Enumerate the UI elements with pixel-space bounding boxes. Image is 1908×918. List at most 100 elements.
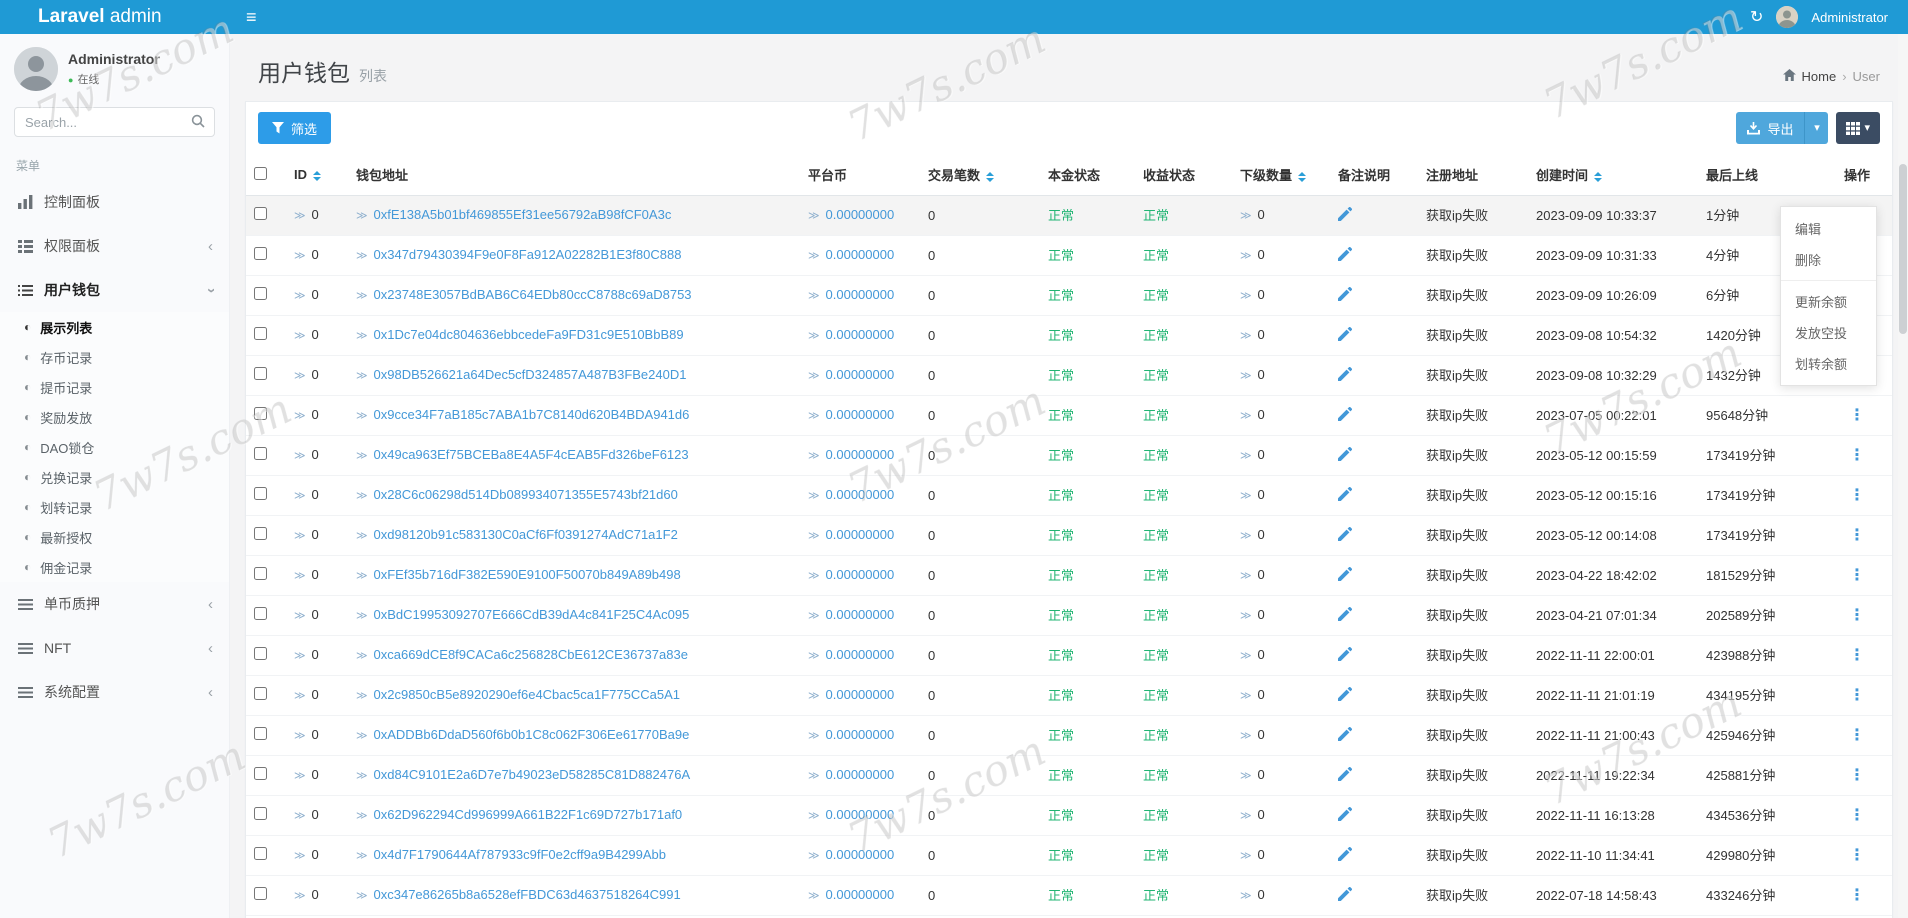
expand-icon[interactable]: ≫ [808, 250, 820, 262]
wallet-address-link[interactable]: 0x62D962294Cd996999A661B22F1c69D727b171a… [374, 807, 683, 822]
wallet-address-link[interactable]: 0x347d79430394F9e0F8Fa912A02282B1E3f80C8… [374, 247, 682, 262]
row-checkbox[interactable] [254, 447, 267, 460]
wallet-address-link[interactable]: 0x23748E3057BdBAB6C64EDb80ccC8788c69aD87… [374, 287, 692, 302]
expand-icon[interactable]: ≫ [808, 370, 820, 382]
wallet-address-link[interactable]: 0xc347e86265b8a6528efFBDC63d4637518264C9… [374, 887, 681, 902]
expand-icon[interactable]: ≫ [1240, 770, 1252, 782]
expand-icon[interactable]: ≫ [356, 730, 368, 742]
expand-icon[interactable]: ≫ [294, 570, 306, 582]
expand-icon[interactable]: ≫ [294, 210, 306, 222]
expand-icon[interactable]: ≫ [1240, 570, 1252, 582]
filter-button[interactable]: 筛选 [258, 112, 332, 144]
expand-icon[interactable]: ≫ [808, 210, 820, 222]
edit-remark-pencil-icon[interactable] [1338, 486, 1353, 505]
menu-item-airdrop[interactable]: 发放空投 [1781, 317, 1876, 348]
edit-remark-pencil-icon[interactable] [1338, 206, 1353, 225]
platform-coin-link[interactable]: 0.00000000 [826, 807, 895, 822]
sidebar-item-staking[interactable]: 单币质押 ‹ [0, 582, 229, 626]
edit-remark-pencil-icon[interactable] [1338, 246, 1353, 265]
edit-remark-pencil-icon[interactable] [1338, 566, 1353, 585]
menu-item-update-balance[interactable]: 更新余额 [1781, 286, 1876, 317]
row-actions-dots-icon[interactable]: ⋮ [1849, 687, 1865, 704]
expand-icon[interactable]: ≫ [294, 290, 306, 302]
sidebar-toggle-icon[interactable]: ≡ [230, 7, 273, 28]
wallet-address-link[interactable]: 0x4d7F1790644Af787933c9fF0e2cff9a9B4299A… [374, 847, 667, 862]
brand-logo[interactable]: Laravel admin [0, 6, 230, 28]
wallet-address-link[interactable]: 0x9cce34F7aB185c7ABA1b7C8140d620B4BDA941… [374, 407, 690, 422]
platform-coin-link[interactable]: 0.00000000 [826, 887, 895, 902]
header-tx-count[interactable]: 交易笔数 [920, 154, 1040, 196]
expand-icon[interactable]: ≫ [808, 410, 820, 422]
expand-icon[interactable]: ≫ [808, 290, 820, 302]
expand-icon[interactable]: ≫ [1240, 490, 1252, 502]
row-checkbox[interactable] [254, 487, 267, 500]
expand-icon[interactable]: ≫ [1240, 690, 1252, 702]
navbar-username[interactable]: Administrator [1811, 10, 1888, 25]
menu-item-transfer-balance[interactable]: 划转余额 [1781, 348, 1876, 379]
expand-icon[interactable]: ≫ [808, 850, 820, 862]
submenu-item-latest-auth[interactable]: ◐ 最新授权 [0, 522, 229, 552]
platform-coin-link[interactable]: 0.00000000 [826, 247, 895, 262]
row-checkbox[interactable] [254, 647, 267, 660]
expand-icon[interactable]: ≫ [808, 570, 820, 582]
edit-remark-pencil-icon[interactable] [1338, 366, 1353, 385]
select-all-checkbox[interactable] [254, 166, 267, 180]
wallet-address-link[interactable]: 0x1Dc7e04dc804636ebbcedeFa9FD31c9E510BbB… [374, 327, 684, 342]
expand-icon[interactable]: ≫ [356, 530, 368, 542]
expand-icon[interactable]: ≫ [356, 370, 368, 382]
row-checkbox[interactable] [254, 767, 267, 780]
edit-remark-pencil-icon[interactable] [1338, 646, 1353, 665]
wallet-address-link[interactable]: 0xADDBb6DdaD560f6b0b1C8c062F306Ee61770Ba… [374, 727, 690, 742]
expand-icon[interactable]: ≫ [356, 450, 368, 462]
row-checkbox[interactable] [254, 727, 267, 740]
platform-coin-link[interactable]: 0.00000000 [826, 727, 895, 742]
edit-remark-pencil-icon[interactable] [1338, 326, 1353, 345]
row-actions-dots-icon[interactable]: ⋮ [1849, 647, 1865, 664]
row-actions-dots-icon[interactable]: ⋮ [1849, 887, 1865, 904]
sidebar-item-dashboard[interactable]: 控制面板 [0, 180, 229, 224]
row-checkbox[interactable] [254, 567, 267, 580]
expand-icon[interactable]: ≫ [808, 610, 820, 622]
row-checkbox[interactable] [254, 407, 267, 420]
expand-icon[interactable]: ≫ [808, 650, 820, 662]
submenu-item-commission-record[interactable]: ◐ 佣金记录 [0, 552, 229, 582]
sidebar-item-system-config[interactable]: 系统配置 ‹ [0, 670, 229, 714]
edit-remark-pencil-icon[interactable] [1338, 526, 1353, 545]
expand-icon[interactable]: ≫ [294, 370, 306, 382]
submenu-item-display-list[interactable]: ◐ 展示列表 [0, 312, 229, 342]
expand-icon[interactable]: ≫ [1240, 290, 1252, 302]
expand-icon[interactable]: ≫ [294, 890, 306, 902]
row-checkbox[interactable] [254, 327, 267, 340]
expand-icon[interactable]: ≫ [356, 650, 368, 662]
edit-remark-pencil-icon[interactable] [1338, 766, 1353, 785]
wallet-address-link[interactable]: 0xca669dCE8f9CACa6c256828CbE612CE36737a8… [374, 647, 688, 662]
row-actions-dots-icon[interactable]: ⋮ [1849, 807, 1865, 824]
row-actions-dots-icon[interactable]: ⋮ [1849, 607, 1865, 624]
breadcrumb-home[interactable]: Home [1802, 69, 1837, 84]
platform-coin-link[interactable]: 0.00000000 [826, 527, 895, 542]
expand-icon[interactable]: ≫ [356, 210, 368, 222]
expand-icon[interactable]: ≫ [294, 330, 306, 342]
row-actions-dots-icon[interactable]: ⋮ [1849, 527, 1865, 544]
submenu-item-transfer-record[interactable]: ◐ 划转记录 [0, 492, 229, 522]
expand-icon[interactable]: ≫ [356, 810, 368, 822]
export-dropdown-caret[interactable]: ▾ [1804, 112, 1829, 144]
expand-icon[interactable]: ≫ [356, 850, 368, 862]
avatar[interactable] [1776, 6, 1799, 28]
wallet-address-link[interactable]: 0x2c9850cB5e8920290ef6e4Cbac5ca1F775CCa5… [374, 687, 680, 702]
menu-item-edit[interactable]: 编辑 [1781, 213, 1876, 244]
platform-coin-link[interactable]: 0.00000000 [826, 487, 895, 502]
export-button[interactable]: 导出 [1736, 112, 1805, 144]
row-actions-dots-icon[interactable]: ⋮ [1849, 447, 1865, 464]
expand-icon[interactable]: ≫ [294, 690, 306, 702]
header-created-time[interactable]: 创建时间 [1528, 154, 1698, 196]
refresh-icon[interactable]: ↻ [1750, 7, 1763, 27]
row-checkbox[interactable] [254, 807, 267, 820]
search-icon[interactable] [191, 114, 205, 133]
expand-icon[interactable]: ≫ [356, 890, 368, 902]
platform-coin-link[interactable]: 0.00000000 [826, 687, 895, 702]
expand-icon[interactable]: ≫ [1240, 450, 1252, 462]
platform-coin-link[interactable]: 0.00000000 [826, 647, 895, 662]
expand-icon[interactable]: ≫ [1240, 250, 1252, 262]
expand-icon[interactable]: ≫ [294, 250, 306, 262]
